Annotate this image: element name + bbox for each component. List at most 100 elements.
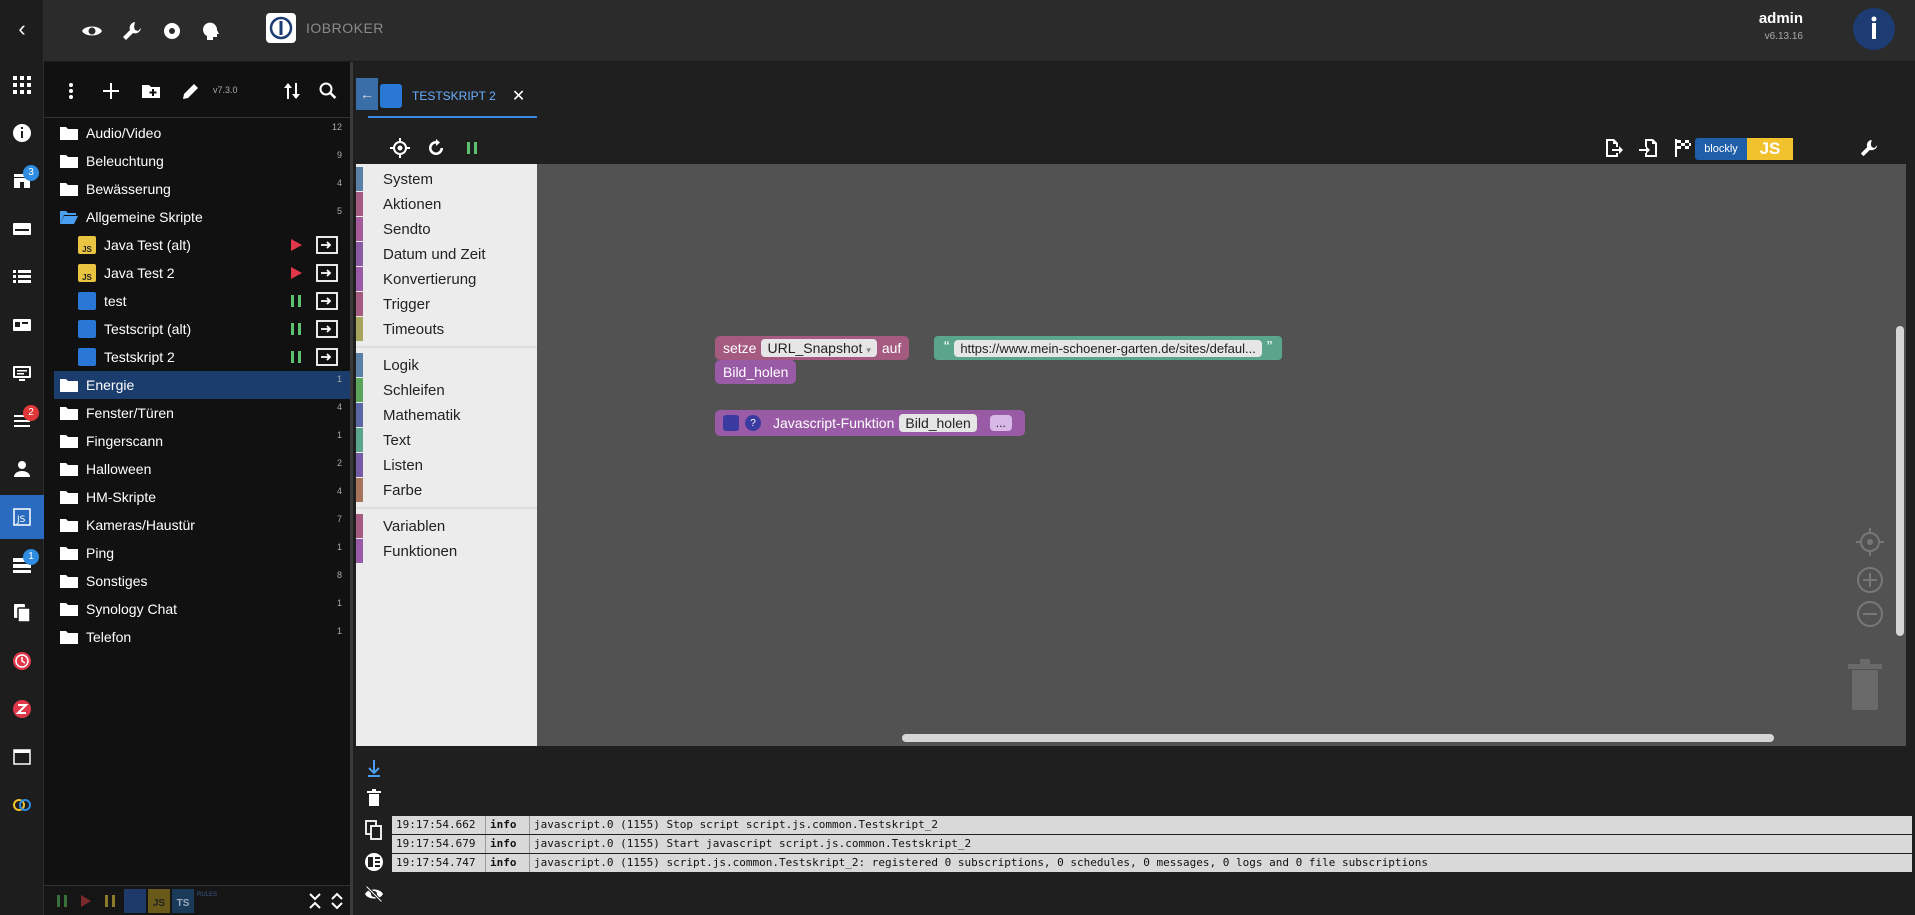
tree-folder[interactable]: Kameras/Haustür 7	[54, 511, 350, 539]
tree-folder[interactable]: Fingerscann 1	[54, 427, 350, 455]
export-blocks-button[interactable]	[1601, 136, 1625, 160]
tab-testskript-2[interactable]: TESTSKRIPT 2 ✕	[368, 76, 538, 118]
tree-folder[interactable]: Telefon 1	[54, 623, 350, 651]
nav-instances[interactable]	[0, 207, 44, 251]
toolbox-category[interactable]: Trigger	[356, 292, 537, 316]
clear-log-button[interactable]	[362, 786, 386, 810]
toolbox-category[interactable]: Text	[356, 428, 537, 452]
toolbox-category[interactable]: System	[356, 167, 537, 191]
pause-filter-icon[interactable]	[56, 894, 68, 908]
gear-icon[interactable]	[723, 415, 739, 431]
blockly-filter-icon[interactable]	[124, 889, 146, 913]
zoom-in-icon[interactable]	[1856, 566, 1884, 594]
nav-logs[interactable]	[0, 351, 44, 395]
play-filter-icon[interactable]	[80, 894, 92, 908]
autoscroll-button[interactable]	[362, 756, 386, 780]
toolbox-category[interactable]: Funktionen	[356, 539, 537, 563]
nav-objects[interactable]	[0, 255, 44, 299]
ts-filter-icon[interactable]: TS	[172, 889, 194, 913]
toolbox-category[interactable]: Variablen	[356, 514, 537, 538]
trash-icon[interactable]	[1844, 656, 1886, 712]
pause-icon[interactable]	[288, 321, 304, 337]
nav-zigbee[interactable]	[0, 687, 44, 731]
tree-script[interactable]: JS Java Test 2	[54, 259, 350, 287]
workspace-vertical-scrollbar[interactable]	[1896, 326, 1904, 636]
export-icon[interactable]	[316, 320, 338, 338]
tree-folder[interactable]: Fenster/Türen 4	[54, 399, 350, 427]
play-icon[interactable]	[288, 265, 304, 281]
tree-folder[interactable]: Ping 1	[54, 539, 350, 567]
tree-folder[interactable]: Sonstiges 8	[54, 567, 350, 595]
expand-all-icon[interactable]	[330, 892, 344, 910]
export-icon[interactable]	[316, 292, 338, 310]
edit-button[interactable]	[178, 78, 204, 104]
set-variable-block[interactable]: setze URL_Snapshot ▾ auf	[715, 336, 910, 360]
toolbox-category[interactable]: Farbe	[356, 478, 537, 502]
variable-dropdown[interactable]: URL_Snapshot ▾	[761, 339, 877, 357]
tree-folder[interactable]: HM-Skripte 4	[54, 483, 350, 511]
pause-script-button[interactable]	[460, 136, 484, 160]
close-icon[interactable]: ✕	[512, 86, 525, 106]
toolbox-category[interactable]: Logik	[356, 353, 537, 377]
help-icon[interactable]: ?	[745, 415, 761, 431]
nav-files[interactable]	[0, 591, 44, 635]
export-icon[interactable]	[316, 348, 338, 366]
export-icon[interactable]	[316, 264, 338, 282]
tree-folder[interactable]: Synology Chat 1	[54, 595, 350, 623]
nav-overview[interactable]	[0, 63, 44, 107]
toolbox-category[interactable]: Timeouts	[356, 317, 537, 341]
search-button[interactable]	[315, 78, 341, 104]
blockly-js-toggle[interactable]: blockly JS	[1695, 138, 1793, 160]
tree-script[interactable]: Testscript (alt)	[54, 315, 350, 343]
check-button[interactable]	[1671, 136, 1695, 160]
recenter-icon[interactable]	[1856, 528, 1884, 556]
nav-log[interactable]: 2	[0, 399, 44, 443]
toolbox-category[interactable]: Aktionen	[356, 192, 537, 216]
tree-folder[interactable]: Bewässerung 4	[54, 175, 350, 203]
nav-plugin[interactable]	[0, 783, 44, 827]
script-settings-button[interactable]	[1857, 136, 1881, 160]
expert-mode-button[interactable]	[197, 16, 227, 46]
zoom-out-icon[interactable]	[1856, 600, 1884, 628]
pause-icon[interactable]	[288, 293, 304, 309]
toolbox-category[interactable]: Datum und Zeit	[356, 242, 537, 266]
pause-yellow-filter-icon[interactable]	[104, 894, 116, 908]
nav-enums[interactable]	[0, 303, 44, 347]
user-info[interactable]: admin v6.13.16	[1759, 10, 1803, 42]
restart-button[interactable]	[424, 136, 448, 160]
eye-button[interactable]	[77, 16, 107, 46]
workspace-horizontal-scrollbar[interactable]	[902, 734, 1774, 742]
javascript-function-block[interactable]: ? Javascript-Funktion Bild_holen ...	[715, 410, 1025, 436]
tree-script[interactable]: JS Java Test (alt)	[54, 231, 350, 259]
tree-folder-open[interactable]: Allgemeine Skripte 5	[54, 203, 350, 231]
toolbox-category[interactable]: Konvertierung	[356, 267, 537, 291]
wrench-button[interactable]	[117, 16, 147, 46]
text-block[interactable]: “ https://www.mein-schoener-garten.de/si…	[934, 336, 1283, 360]
hide-log-button[interactable]	[362, 882, 386, 906]
export-icon[interactable]	[316, 236, 338, 254]
add-folder-button[interactable]	[138, 78, 164, 104]
nav-terminal[interactable]	[0, 735, 44, 779]
import-blocks-button[interactable]	[1636, 136, 1660, 160]
settings-button[interactable]	[157, 16, 187, 46]
collapse-all-icon[interactable]	[308, 892, 322, 910]
procedure-call-block[interactable]: Bild_holen	[715, 360, 797, 384]
copy-log-button[interactable]	[362, 818, 386, 842]
pause-icon[interactable]	[288, 349, 304, 365]
tree-script[interactable]: test	[54, 287, 350, 315]
func-name-field[interactable]: Bild_holen	[899, 414, 977, 432]
collapse-nav-icon[interactable]: ‹	[0, 0, 44, 58]
toolbox-category[interactable]: Sendto	[356, 217, 537, 241]
toolbox-category[interactable]: Schleifen	[356, 378, 537, 402]
nav-info[interactable]	[0, 111, 44, 155]
tree-folder[interactable]: Beleuchtung 9	[54, 147, 350, 175]
tree-folder[interactable]: Halloween 2	[54, 455, 350, 483]
url-text-field[interactable]: https://www.mein-schoener-garten.de/site…	[954, 339, 1262, 357]
nav-hosts[interactable]: 1	[0, 543, 44, 587]
func-more-button[interactable]: ...	[989, 415, 1012, 431]
nav-adapters[interactable]: 3	[0, 159, 44, 203]
js-filter-icon[interactable]: JS	[148, 889, 170, 913]
layout-toggle-button[interactable]	[362, 850, 386, 874]
play-icon[interactable]	[288, 237, 304, 253]
toolbox-category[interactable]: Listen	[356, 453, 537, 477]
